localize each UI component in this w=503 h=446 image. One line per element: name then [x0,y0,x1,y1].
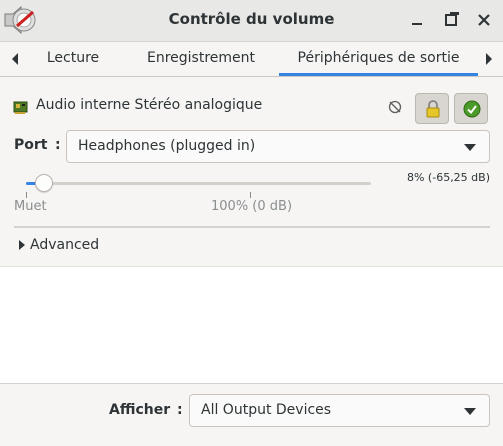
maximize-button[interactable] [440,9,462,31]
maximize-icon [445,12,459,26]
content-area [0,266,503,384]
show-devices-select[interactable]: All Output Devices [189,394,490,427]
afficher-label: Afficher [109,402,171,418]
lock-channels-button[interactable] [415,93,449,124]
volume-slider-handle[interactable] [34,174,53,192]
tab-scroll-left-icon[interactable] [10,52,20,66]
expander-arrow-icon[interactable] [19,240,25,250]
minimize-icon [412,23,422,25]
slider-tick-100 [250,192,251,198]
chevron-down-icon [464,408,476,415]
device-row: Audio interne Stéréo analogique [13,93,493,124]
lock-icon [426,100,440,118]
afficher-colon: : [177,402,183,418]
tab-enregistrement[interactable]: Enregistrement [136,42,266,76]
mute-icon[interactable] [387,99,403,115]
slider-tick-mute [26,192,27,198]
port-label: Port [14,137,48,153]
sound-card-icon [13,101,28,114]
tab-lecture[interactable]: Lecture [36,42,110,76]
volume-slider-trough[interactable] [26,182,371,185]
port-select[interactable]: Headphones (plugged in) [66,130,490,163]
title-bar: Contrôle du volume [0,0,503,42]
port-colon: : [55,137,61,153]
device-name: Audio interne Stéréo analogique [36,97,263,113]
mark-mute-label: Muet [14,199,47,214]
tab-peripheriques-de-sortie[interactable]: Périphériques de sortie [279,42,478,76]
volume-readout: 8% (-65,25 dB) [406,171,490,184]
chevron-down-icon [464,144,476,151]
mark-100-label: 100% (0 dB) [211,199,293,214]
tab-scroll-right-icon[interactable] [484,52,494,66]
separator [14,226,490,228]
port-selected-value: Headphones (plugged in) [78,138,256,154]
close-button[interactable] [473,9,495,31]
advanced-expander[interactable]: Advanced [30,237,99,253]
default-check-icon [463,100,481,118]
close-icon [478,14,490,26]
show-devices-selected-value: All Output Devices [201,402,332,418]
minimize-button[interactable] [406,9,428,31]
set-default-button[interactable] [454,93,488,124]
tab-bar: Lecture Enregistrement Périphériques de … [0,42,503,77]
